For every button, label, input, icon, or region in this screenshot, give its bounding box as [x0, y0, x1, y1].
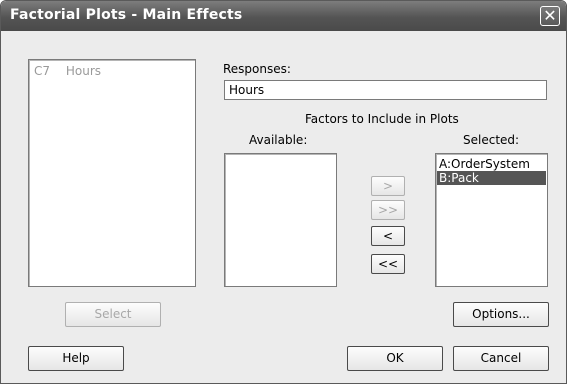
selected-label: Selected: — [463, 133, 520, 147]
help-button[interactable]: Help — [28, 346, 124, 371]
ok-button[interactable]: OK — [347, 346, 443, 371]
add-all-button[interactable]: >> — [371, 200, 405, 220]
close-button[interactable]: ✕ — [540, 6, 560, 26]
selected-factors-list[interactable]: A:OrderSystem B:Pack — [435, 153, 548, 287]
factors-heading: Factors to Include in Plots — [305, 112, 459, 126]
window-title: Factorial Plots - Main Effects — [10, 7, 243, 23]
columns-list[interactable]: C7 Hours — [28, 59, 196, 287]
responses-input[interactable]: Hours — [224, 80, 547, 100]
cancel-button[interactable]: Cancel — [453, 346, 549, 371]
remove-all-button[interactable]: << — [371, 254, 405, 274]
column-id: C7 — [34, 64, 51, 78]
select-button[interactable]: Select — [65, 302, 161, 327]
title-bar[interactable]: Factorial Plots - Main Effects ✕ — [1, 1, 566, 31]
add-button[interactable]: > — [371, 176, 405, 196]
selected-factor-item[interactable]: A:OrderSystem — [437, 157, 546, 171]
list-item[interactable]: C7 Hours — [34, 64, 101, 78]
column-name: Hours — [65, 64, 101, 78]
dialog-window: Factorial Plots - Main Effects ✕ C7 Hour… — [0, 0, 567, 384]
remove-button[interactable]: < — [371, 226, 405, 246]
options-button[interactable]: Options... — [453, 302, 549, 327]
available-factors-list[interactable] — [224, 153, 337, 287]
selected-factor-item[interactable]: B:Pack — [437, 171, 546, 185]
available-label: Available: — [249, 133, 308, 147]
responses-label: Responses: — [223, 62, 291, 76]
